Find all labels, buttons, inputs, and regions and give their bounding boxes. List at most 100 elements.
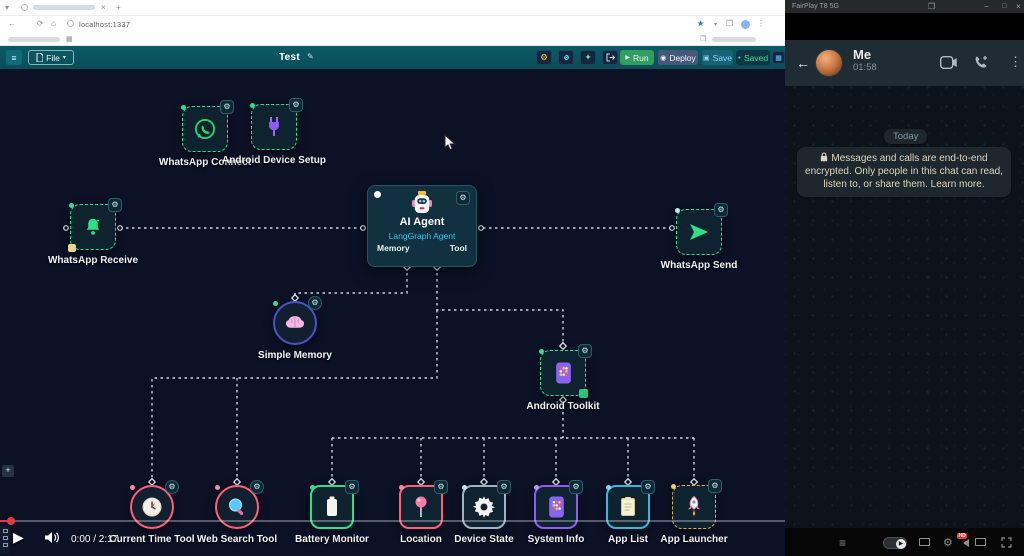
status-dot: [181, 105, 186, 110]
settings-button[interactable]: ⚙: [536, 50, 552, 65]
tab-title[interactable]: [33, 5, 95, 10]
gear-badge-icon[interactable]: ⚙: [220, 100, 234, 114]
nav-menu-icon[interactable]: ≡: [839, 536, 846, 550]
hamburger-icon: ≡: [12, 53, 17, 63]
node-web-search-tool[interactable]: ⚙ Web Search Tool: [182, 485, 292, 545]
status-dot: [462, 485, 467, 490]
layout-grid-button[interactable]: ▦: [772, 51, 785, 64]
save-button[interactable]: ▣ Save: [702, 50, 733, 65]
window-close-icon[interactable]: ×: [1016, 0, 1021, 13]
bookmark-star-icon[interactable]: ★: [697, 20, 704, 28]
memory-port-label[interactable]: Memory: [377, 243, 410, 253]
gear-badge-icon[interactable]: ⚙: [708, 479, 722, 493]
workflow-canvas[interactable]: ⚙ WhatsApp Connect ⚙ Android Device Setu…: [0, 69, 785, 556]
browser-reload-icon[interactable]: ⟳: [37, 20, 44, 28]
all-bookmarks-label[interactable]: [712, 37, 756, 42]
gear-badge-icon[interactable]: ⚙: [165, 480, 179, 494]
phone-window-titlebar[interactable]: FairPlay T8 5G ❐ − □ ×: [785, 0, 1024, 13]
settings-gear-icon[interactable]: ⚙: [943, 536, 953, 549]
voice-call-icon[interactable]: [974, 55, 990, 71]
display-icon[interactable]: [975, 538, 986, 546]
extensions-caret-icon[interactable]: ▾: [714, 21, 717, 29]
status-dot: [606, 485, 611, 490]
back-triangle-icon[interactable]: [963, 539, 970, 547]
battery-icon: [323, 495, 341, 519]
gear-large-icon: [471, 494, 497, 520]
encryption-text: Messages and calls are end-to-end encryp…: [805, 153, 1003, 190]
apps-grid-icon[interactable]: ▦: [66, 36, 73, 44]
node-android-device-setup[interactable]: ⚙ Android Device Setup: [219, 104, 329, 166]
address-bar[interactable]: localhost:1337: [79, 20, 130, 29]
workflow-title[interactable]: Test: [279, 52, 300, 63]
node-whatsapp-receive[interactable]: ⚙ WhatsApp Receive: [38, 204, 148, 266]
share-link-button[interactable]: [558, 50, 574, 65]
gear-badge-icon[interactable]: ⚙: [308, 296, 322, 310]
tab-close-icon[interactable]: ×: [101, 4, 106, 12]
file-icon: [36, 53, 43, 62]
add-marker-button[interactable]: +: [2, 465, 14, 477]
window-maximize-icon[interactable]: □: [1002, 0, 1006, 13]
window-minimize-icon[interactable]: −: [984, 0, 989, 13]
magnifier-icon: [225, 495, 249, 519]
folder-icon[interactable]: ❐: [700, 36, 706, 44]
node-ai-agent[interactable]: ⚙ AI Agent LangGraph Agent Memory Tool: [367, 185, 477, 267]
new-tab-icon[interactable]: +: [116, 4, 121, 12]
clock-icon: [140, 495, 164, 519]
gear-badge-icon[interactable]: ⚙: [456, 191, 470, 205]
app-menu-button[interactable]: ≡: [6, 50, 22, 65]
chat-doodle-pattern: [785, 40, 1024, 528]
player-side-tools[interactable]: [0, 526, 10, 554]
edit-title-icon[interactable]: ✎: [307, 52, 314, 61]
node-whatsapp-send[interactable]: ⚙ WhatsApp Send: [644, 209, 754, 271]
play-icon: ▶: [625, 54, 630, 61]
downloads-icon[interactable]: ❐: [726, 20, 733, 28]
browser-home-icon[interactable]: ⌂: [51, 20, 56, 28]
tool-port-label[interactable]: Tool: [450, 243, 467, 253]
encryption-notice[interactable]: Messages and calls are end-to-end encryp…: [797, 147, 1011, 197]
deploy-button[interactable]: ◉ Deploy: [658, 50, 698, 65]
profile-avatar[interactable]: [741, 20, 750, 29]
video-progress-track[interactable]: [0, 520, 785, 522]
node-app-launcher[interactable]: ⚙ App Launcher: [639, 485, 749, 545]
volume-icon[interactable]: [44, 531, 60, 544]
file-menu-label: File: [46, 53, 60, 63]
gear-badge-icon[interactable]: ⚙: [497, 480, 511, 494]
contact-name: Me: [853, 48, 877, 62]
video-playhead[interactable]: [7, 517, 15, 525]
browser-menu-icon[interactable]: ⋮: [757, 20, 765, 28]
gear-badge-icon[interactable]: ⚙: [434, 480, 448, 494]
window-pin-icon[interactable]: ❐: [928, 0, 935, 13]
video-call-icon[interactable]: [940, 56, 958, 69]
site-info-icon[interactable]: [67, 20, 74, 27]
gear-badge-icon[interactable]: ⚙: [641, 480, 655, 494]
gear-badge-icon[interactable]: ⚙: [714, 203, 728, 217]
gear-badge-icon[interactable]: ⚙: [250, 480, 264, 494]
node-simple-memory[interactable]: ⚙ Simple Memory: [240, 301, 350, 361]
gear-badge-icon[interactable]: ⚙: [289, 98, 303, 112]
gear-badge-icon[interactable]: ⚙: [578, 344, 592, 358]
gear-badge-icon[interactable]: ⚙: [108, 198, 122, 212]
phone-info-icon: [548, 496, 565, 518]
node-android-toolkit[interactable]: ⚙ Android Toolkit: [508, 350, 618, 412]
record-toggle[interactable]: ▶: [883, 537, 907, 549]
status-dot: [675, 208, 680, 213]
gear-badge-icon[interactable]: ⚙: [345, 480, 359, 494]
contact-avatar[interactable]: [815, 49, 843, 77]
screenshot-icon[interactable]: [919, 538, 930, 546]
contact-info[interactable]: Me 01:58: [853, 48, 877, 73]
play-button[interactable]: ▶: [13, 529, 24, 546]
logout-button[interactable]: [602, 50, 618, 65]
chat-menu-icon[interactable]: ⋮: [1009, 54, 1022, 70]
fullscreen-icon[interactable]: [1001, 537, 1012, 548]
grid-icon: ▦: [775, 54, 782, 62]
browser-back-icon[interactable]: ←: [8, 20, 16, 28]
run-button[interactable]: ▶ Run: [620, 50, 654, 65]
link-icon: [562, 53, 571, 62]
node-label: AI Agent: [368, 216, 476, 228]
bookmark-item[interactable]: [8, 37, 60, 42]
chat-back-icon[interactable]: ←: [796, 55, 810, 71]
assist-button[interactable]: ✦: [580, 50, 596, 65]
file-menu-button[interactable]: File ▾: [28, 50, 74, 65]
tab-search-caret-icon[interactable]: ▾: [5, 4, 9, 12]
gear-badge-icon[interactable]: ⚙: [569, 480, 583, 494]
